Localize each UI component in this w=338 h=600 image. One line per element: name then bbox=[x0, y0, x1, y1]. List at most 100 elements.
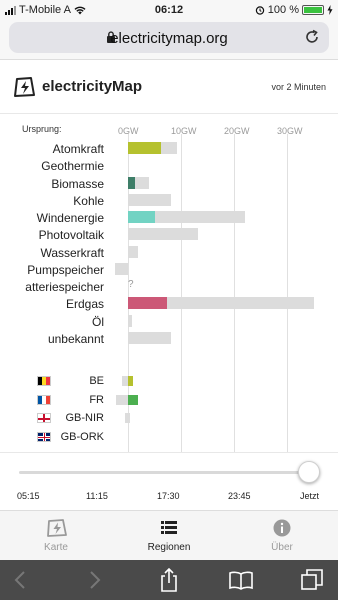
exchange-capacity-bar bbox=[124, 413, 130, 423]
axis-tick-label: 0GW bbox=[118, 126, 139, 136]
production-row[interactable]: Erdgas bbox=[0, 295, 338, 311]
country-code: GB-ORK bbox=[60, 430, 104, 443]
production-row[interactable]: unbekannt bbox=[0, 330, 338, 346]
fr-flag-icon bbox=[37, 394, 51, 405]
charging-icon bbox=[327, 5, 333, 15]
source-label: atteriespeicher bbox=[25, 280, 104, 294]
production-row[interactable]: Geothermie bbox=[0, 157, 338, 173]
axis-tick-label: 10GW bbox=[171, 126, 197, 136]
origin-label: Ursprung: bbox=[22, 124, 62, 134]
production-row[interactable]: Windenergie bbox=[0, 209, 338, 225]
source-label: Geothermie bbox=[41, 159, 104, 174]
source-label: Wasserkraft bbox=[40, 245, 104, 260]
tab-label: Regionen bbox=[147, 542, 191, 553]
source-label: Öl bbox=[92, 314, 104, 329]
timeline-label: Jetzt bbox=[300, 491, 320, 501]
production-chart: Ursprung: 0GW 10GW 20GW 30GW Atomkraft Geothe… bbox=[0, 118, 338, 452]
production-row[interactable]: Wasserkraft bbox=[0, 244, 338, 260]
forward-button[interactable] bbox=[80, 566, 110, 594]
timeline-slider[interactable]: 05:15 11:15 17:30 23:45 Jetzt bbox=[0, 452, 338, 508]
slider-thumb[interactable] bbox=[298, 461, 320, 483]
tab-bar: Karte Regionen Über bbox=[0, 510, 338, 560]
capacity-bar bbox=[128, 331, 172, 344]
browser-toolbar: electricitymap.org bbox=[0, 20, 338, 60]
production-row[interactable]: atteriespeicher? bbox=[0, 278, 338, 294]
battery-percent: 100 % bbox=[267, 4, 299, 16]
production-bar bbox=[128, 176, 135, 189]
country-code: GB-NIR bbox=[65, 412, 105, 424]
slider-track[interactable] bbox=[19, 471, 309, 474]
tab-label: Karte bbox=[44, 542, 68, 553]
battery-icon bbox=[302, 5, 324, 15]
capacity-bar bbox=[128, 314, 133, 327]
production-row[interactable]: Photovoltaik bbox=[0, 226, 338, 242]
production-row[interactable]: Öl bbox=[0, 313, 338, 329]
tab-karte[interactable]: Karte bbox=[0, 511, 112, 561]
app-header: electricityMap vor 2 Minuten bbox=[0, 60, 338, 114]
tabs-button[interactable] bbox=[297, 566, 327, 594]
exchange-row[interactable]: GB-ORK bbox=[0, 429, 338, 445]
tabs-icon bbox=[301, 569, 323, 590]
source-label: Photovoltaik bbox=[38, 228, 104, 243]
capacity-bar bbox=[128, 245, 138, 258]
address-bar[interactable]: electricitymap.org bbox=[9, 22, 329, 53]
capacity-bar bbox=[128, 193, 172, 206]
source-label: Biomasse bbox=[51, 176, 104, 191]
back-button[interactable] bbox=[5, 566, 35, 594]
tab-label: Über bbox=[271, 542, 293, 553]
gb-ork-flag-icon bbox=[37, 431, 51, 442]
axis-tick-label: 20GW bbox=[224, 126, 250, 136]
source-label: unbekannt bbox=[47, 331, 104, 346]
production-row[interactable]: Pumpspeicher bbox=[0, 261, 338, 277]
logo-icon[interactable] bbox=[13, 76, 37, 98]
status-bar: T-Mobile A 06:12 100 % bbox=[0, 0, 338, 20]
brand-name[interactable]: electricityMap bbox=[42, 78, 142, 95]
missing-data-marker: ? bbox=[128, 279, 134, 290]
timeline-label: 23:45 bbox=[228, 491, 251, 501]
production-bar bbox=[128, 142, 161, 154]
capacity-bar bbox=[128, 228, 198, 241]
source-label: Pumpspeicher bbox=[27, 262, 104, 277]
status-right: 100 % bbox=[255, 4, 333, 16]
production-bar bbox=[128, 297, 168, 310]
map-logo-icon bbox=[47, 519, 67, 537]
tab-regionen[interactable]: Regionen bbox=[113, 511, 225, 561]
list-icon bbox=[161, 521, 177, 534]
source-label: Kohle bbox=[73, 193, 104, 208]
production-bar bbox=[128, 211, 155, 223]
reload-icon[interactable] bbox=[303, 28, 321, 46]
country-code: BE bbox=[89, 375, 104, 387]
info-icon bbox=[273, 519, 291, 537]
source-label: Windenergie bbox=[36, 211, 104, 225]
exchange-row[interactable]: BE bbox=[0, 373, 338, 389]
capacity-bar bbox=[115, 262, 128, 275]
timeline-label: 05:15 bbox=[17, 491, 40, 501]
production-row[interactable]: Kohle bbox=[0, 192, 338, 208]
production-row[interactable]: Biomasse bbox=[0, 175, 338, 191]
country-code: FR bbox=[89, 393, 104, 406]
last-updated: vor 2 Minuten bbox=[271, 82, 326, 92]
share-button[interactable] bbox=[154, 566, 184, 594]
alarm-icon bbox=[255, 6, 264, 15]
exchange-bar bbox=[128, 376, 134, 386]
timeline-label: 17:30 bbox=[157, 491, 180, 501]
be-flag-icon bbox=[37, 376, 51, 386]
url-text: electricitymap.org bbox=[110, 30, 228, 47]
chevron-left-icon bbox=[14, 571, 25, 589]
exchange-capacity-bar bbox=[116, 394, 128, 405]
bookmarks-button[interactable] bbox=[226, 566, 256, 594]
timeline-label: 11:15 bbox=[86, 491, 108, 501]
tab-ueber[interactable]: Über bbox=[226, 511, 338, 561]
gb-nir-flag-icon bbox=[37, 413, 51, 423]
chevron-right-icon bbox=[90, 571, 101, 589]
source-label: Atomkraft bbox=[52, 142, 104, 156]
share-icon bbox=[161, 568, 177, 592]
production-row[interactable]: Atomkraft bbox=[0, 140, 338, 156]
axis-tick-label: 30GW bbox=[277, 126, 303, 136]
exchange-row[interactable]: GB-NIR bbox=[0, 410, 338, 426]
book-icon bbox=[229, 571, 253, 590]
browser-bottom-toolbar bbox=[0, 560, 338, 600]
exchange-row[interactable]: FR bbox=[0, 392, 338, 408]
exchange-bar bbox=[128, 394, 138, 405]
source-label: Erdgas bbox=[65, 297, 104, 312]
